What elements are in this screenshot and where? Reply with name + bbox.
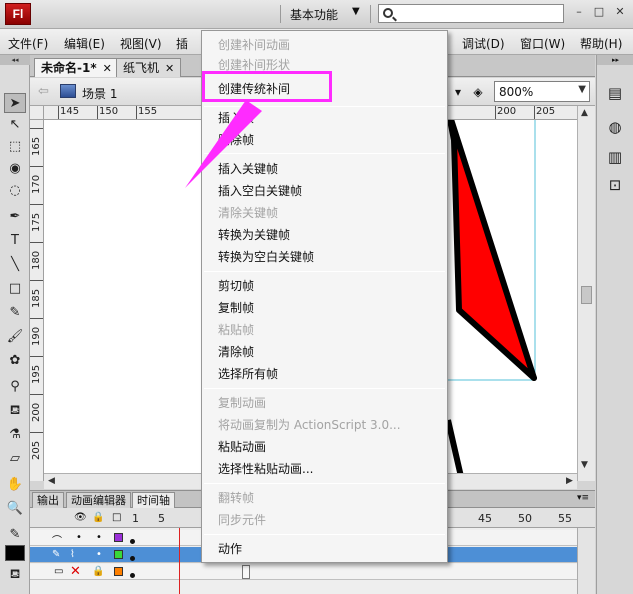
pointer-arrow-icon — [185, 100, 262, 188]
flash-window: Fl 基本功能 ▼ – □ ✕ 文件(F) 编辑(E) 视图(V) 插 调试(D… — [0, 0, 633, 594]
annotation-arrow-shape — [185, 100, 262, 188]
